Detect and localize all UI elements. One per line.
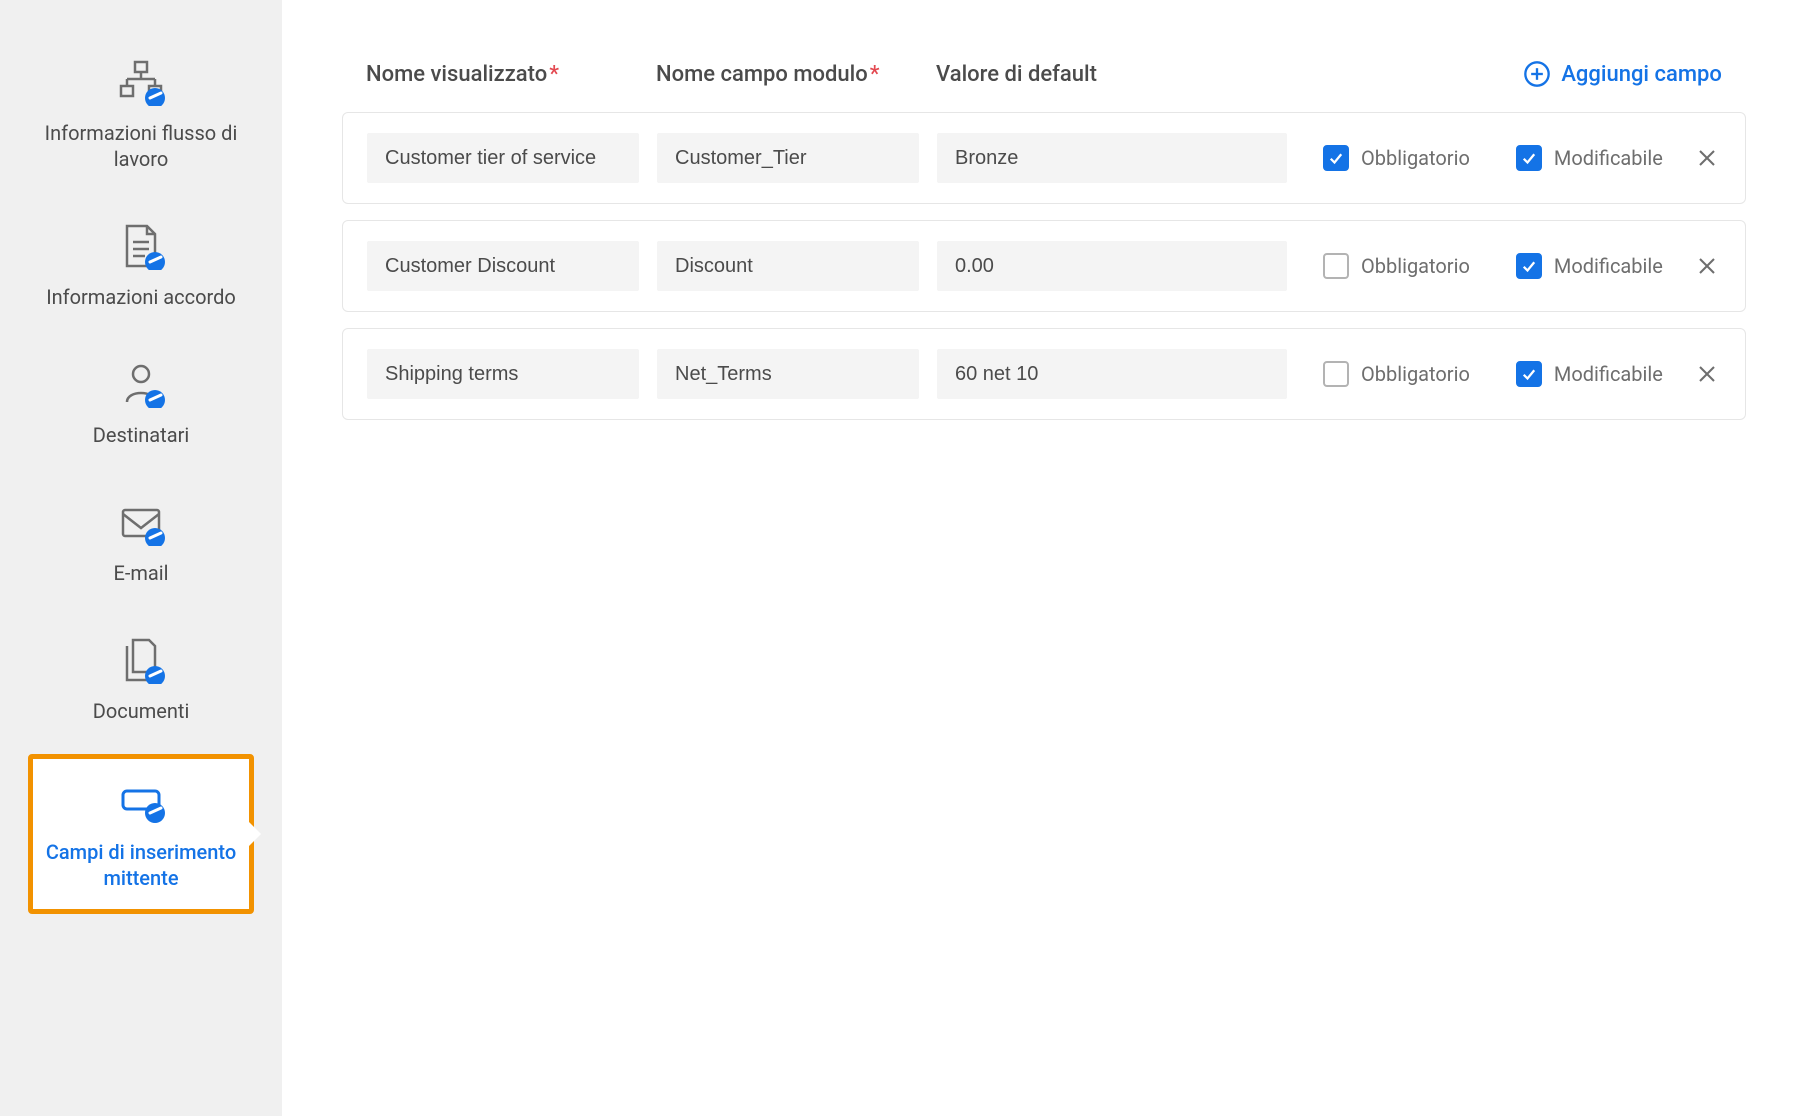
module-name-input[interactable] xyxy=(657,133,919,183)
display-name-input[interactable] xyxy=(367,133,639,183)
sidebar-item-sender-fields[interactable]: Campi di inserimento mittente xyxy=(33,759,249,909)
default-value-input[interactable] xyxy=(937,349,1287,399)
input-field-icon xyxy=(113,773,169,829)
close-icon xyxy=(1695,362,1719,386)
sidebar-label: Destinatari xyxy=(93,422,189,448)
sidebar-item-recipients[interactable]: Destinatari xyxy=(0,340,282,478)
sidebar: Informazioni flusso di lavoro Informazio… xyxy=(0,0,282,1116)
editable-checkbox[interactable] xyxy=(1516,361,1542,387)
documents-icon xyxy=(113,632,169,688)
required-label: Obbligatorio xyxy=(1361,146,1470,170)
envelope-icon xyxy=(113,494,169,550)
sidebar-label: Informazioni flusso di lavoro xyxy=(21,120,261,172)
required-checkbox[interactable] xyxy=(1323,253,1349,279)
column-headers: Nome visualizzato* Nome campo modulo* Va… xyxy=(342,40,1746,112)
person-icon xyxy=(113,356,169,412)
sidebar-item-email[interactable]: E-mail xyxy=(0,478,282,616)
delete-row-button[interactable] xyxy=(1693,144,1721,172)
sidebar-label: Documenti xyxy=(93,698,190,724)
delete-row-button[interactable] xyxy=(1693,252,1721,280)
editable-label: Modificabile xyxy=(1554,362,1663,386)
display-name-input[interactable] xyxy=(367,349,639,399)
sidebar-item-highlight: Campi di inserimento mittente xyxy=(28,754,254,914)
required-label: Obbligatorio xyxy=(1361,362,1470,386)
main-content: Nome visualizzato* Nome campo modulo* Va… xyxy=(282,0,1794,1116)
add-field-label: Aggiungi campo xyxy=(1561,62,1722,87)
editable-label: Modificabile xyxy=(1554,146,1663,170)
required-checkbox[interactable] xyxy=(1323,145,1349,171)
sidebar-item-workflow-info[interactable]: Informazioni flusso di lavoro xyxy=(0,38,282,202)
sidebar-label: E-mail xyxy=(113,560,168,586)
module-name-input[interactable] xyxy=(657,241,919,291)
close-icon xyxy=(1695,254,1719,278)
editable-label: Modificabile xyxy=(1554,254,1663,278)
sidebar-item-documents[interactable]: Documenti xyxy=(0,616,282,754)
header-display-name: Nome visualizzato* xyxy=(366,62,656,87)
default-value-input[interactable] xyxy=(937,241,1287,291)
module-name-input[interactable] xyxy=(657,349,919,399)
default-value-input[interactable] xyxy=(937,133,1287,183)
plus-circle-icon xyxy=(1523,60,1551,88)
field-row: Obbligatorio Modificabile xyxy=(342,220,1746,312)
sidebar-item-agreement-info[interactable]: Informazioni accordo xyxy=(0,202,282,340)
delete-row-button[interactable] xyxy=(1693,360,1721,388)
sidebar-label: Informazioni accordo xyxy=(46,284,236,310)
header-default-value: Valore di default xyxy=(936,62,1523,87)
sidebar-label: Campi di inserimento mittente xyxy=(43,839,239,891)
field-row: Obbligatorio Modificabile xyxy=(342,328,1746,420)
display-name-input[interactable] xyxy=(367,241,639,291)
field-row: Obbligatorio Modificabile xyxy=(342,112,1746,204)
editable-checkbox[interactable] xyxy=(1516,145,1542,171)
document-icon xyxy=(113,218,169,274)
workflow-icon xyxy=(113,54,169,110)
required-checkbox[interactable] xyxy=(1323,361,1349,387)
editable-checkbox[interactable] xyxy=(1516,253,1542,279)
close-icon xyxy=(1695,146,1719,170)
add-field-button[interactable]: Aggiungi campo xyxy=(1523,60,1722,88)
header-module-field-name: Nome campo modulo* xyxy=(656,62,936,87)
required-label: Obbligatorio xyxy=(1361,254,1470,278)
